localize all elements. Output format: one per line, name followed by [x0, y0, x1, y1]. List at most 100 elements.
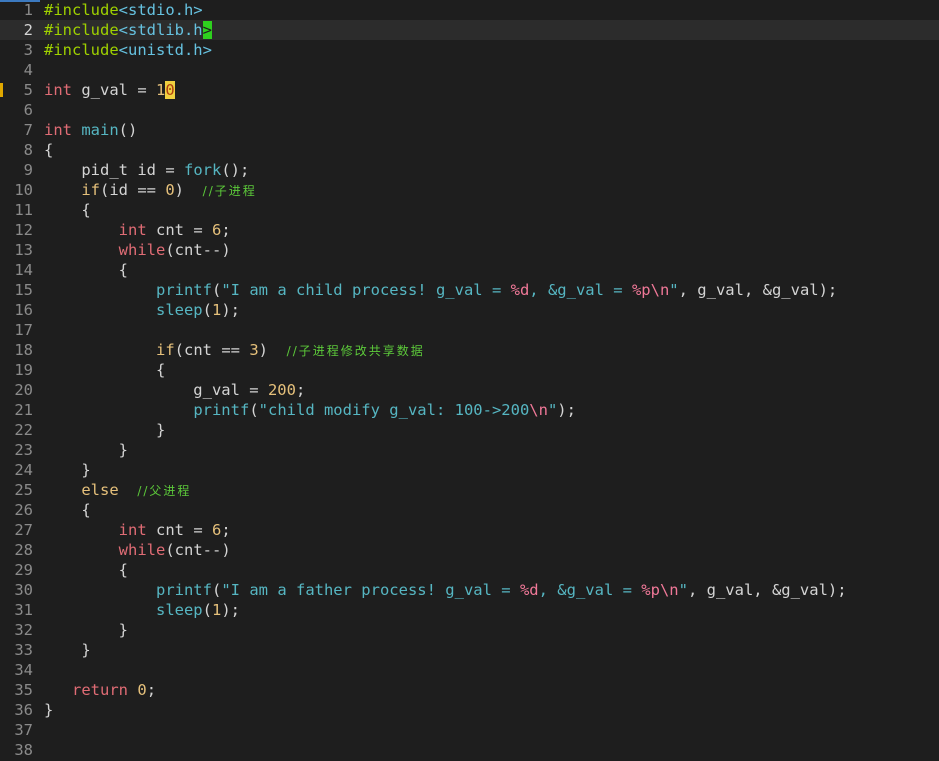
- code-line[interactable]: 28 while(cnt--): [0, 540, 939, 560]
- code-line[interactable]: 27 int cnt = 6;: [0, 520, 939, 540]
- line-number: 8: [23, 141, 33, 159]
- line-number: 21: [14, 401, 33, 419]
- code-line[interactable]: 10 if(id == 0) //子进程: [0, 180, 939, 200]
- code-line[interactable]: 3 #include<unistd.h>: [0, 40, 939, 60]
- code-line[interactable]: 38: [0, 740, 939, 760]
- code-text[interactable]: {: [44, 500, 90, 520]
- code-text[interactable]: }: [44, 440, 128, 460]
- code-line[interactable]: 14 {: [0, 260, 939, 280]
- code-line[interactable]: 32 }: [0, 620, 939, 640]
- code-text[interactable]: #include<stdlib.h>: [44, 20, 212, 40]
- code-token: pid_t id =: [44, 161, 184, 179]
- code-text[interactable]: sleep(1);: [44, 600, 240, 620]
- code-text[interactable]: {: [44, 260, 128, 280]
- code-line[interactable]: 21 printf("child modify g_val: 100->200\…: [0, 400, 939, 420]
- line-number: 1: [23, 1, 33, 19]
- code-text[interactable]: {: [44, 360, 165, 380]
- code-line[interactable]: 6: [0, 100, 939, 120]
- code-line[interactable]: 9 pid_t id = fork();: [0, 160, 939, 180]
- code-text[interactable]: if(cnt == 3) //子进程修改共享数据: [44, 340, 425, 361]
- code-token: <stdlib.h: [118, 21, 203, 39]
- code-line[interactable]: 26 {: [0, 500, 939, 520]
- code-line[interactable]: 11 {: [0, 200, 939, 220]
- code-line[interactable]: 15 printf("I am a child process! g_val =…: [0, 280, 939, 300]
- code-text[interactable]: while(cnt--): [44, 240, 231, 260]
- code-text[interactable]: while(cnt--): [44, 540, 231, 560]
- code-text[interactable]: int main(): [44, 120, 137, 140]
- code-token: sleep: [155, 301, 203, 319]
- code-line[interactable]: 29 {: [0, 560, 939, 580]
- code-line[interactable]: 20 g_val = 200;: [0, 380, 939, 400]
- code-text[interactable]: pid_t id = fork();: [44, 160, 249, 180]
- code-line[interactable]: 1 #include<stdio.h>: [0, 0, 939, 20]
- code-line[interactable]: 23 }: [0, 440, 939, 460]
- code-token: (): [118, 121, 138, 139]
- code-editor[interactable]: 1 #include<stdio.h> 2 #include<stdlib.h> 3 #i…: [0, 0, 939, 761]
- line-number: 35: [14, 681, 33, 699]
- code-token: ;: [221, 521, 231, 539]
- code-text[interactable]: int cnt = 6;: [44, 520, 231, 540]
- code-text[interactable]: }: [44, 620, 128, 640]
- code-token: printf: [155, 281, 212, 299]
- code-text[interactable]: int cnt = 6;: [44, 220, 231, 240]
- code-text[interactable]: {: [44, 140, 53, 160]
- code-text[interactable]: }: [44, 460, 90, 480]
- line-number: 29: [14, 561, 33, 579]
- code-line[interactable]: 19 {: [0, 360, 939, 380]
- code-line[interactable]: 31 sleep(1);: [0, 600, 939, 620]
- code-text[interactable]: {: [44, 200, 90, 220]
- code-text[interactable]: }: [44, 420, 165, 440]
- code-text[interactable]: printf("child modify g_val: 100->200\n")…: [44, 400, 576, 420]
- code-line[interactable]: 16 sleep(1);: [0, 300, 939, 320]
- code-line[interactable]: 2 #include<stdlib.h>: [0, 20, 939, 40]
- code-text[interactable]: return 0;: [44, 680, 156, 700]
- code-line[interactable]: 34: [0, 660, 939, 680]
- code-line[interactable]: 12 int cnt = 6;: [0, 220, 939, 240]
- line-number: 32: [14, 621, 33, 639]
- code-line[interactable]: 13 while(cnt--): [0, 240, 939, 260]
- code-line[interactable]: 18 if(cnt == 3) //子进程修改共享数据: [0, 340, 939, 360]
- line-number: 24: [14, 461, 33, 479]
- code-token: "I am a father process! g_val =: [221, 581, 520, 599]
- code-line[interactable]: 24 }: [0, 460, 939, 480]
- code-text[interactable]: {: [44, 560, 128, 580]
- code-text[interactable]: sleep(1);: [44, 300, 240, 320]
- code-line[interactable]: 17: [0, 320, 939, 340]
- code-line[interactable]: 8{: [0, 140, 939, 160]
- code-line[interactable]: 7 int main(): [0, 120, 939, 140]
- code-text[interactable]: }: [44, 640, 90, 660]
- code-line[interactable]: 22 }: [0, 420, 939, 440]
- code-token: printf: [193, 401, 250, 419]
- code-text[interactable]: #include<unistd.h>: [44, 40, 212, 60]
- code-line[interactable]: 5 int g_val = 10: [0, 80, 939, 100]
- code-text[interactable]: printf("I am a father process! g_val = %…: [44, 580, 847, 600]
- code-token: int: [44, 121, 72, 139]
- code-token: ": [678, 581, 688, 599]
- code-token: while: [118, 241, 166, 259]
- code-token: }: [44, 621, 128, 639]
- code-line[interactable]: 25 else //父进程: [0, 480, 939, 500]
- code-text[interactable]: else //父进程: [44, 480, 191, 501]
- code-line[interactable]: 37: [0, 720, 939, 740]
- code-token: main: [81, 121, 119, 139]
- code-text[interactable]: g_val = 200;: [44, 380, 305, 400]
- code-text[interactable]: printf("I am a child process! g_val = %d…: [44, 280, 837, 300]
- code-text[interactable]: }: [44, 700, 53, 720]
- code-line[interactable]: 33 }: [0, 640, 939, 660]
- code-line[interactable]: 4: [0, 60, 939, 80]
- code-token: {: [44, 361, 166, 379]
- code-line[interactable]: 30 printf("I am a father process! g_val …: [0, 580, 939, 600]
- code-token: {: [44, 141, 54, 159]
- code-line[interactable]: 36}: [0, 700, 939, 720]
- code-text[interactable]: #include<stdio.h>: [44, 0, 203, 20]
- code-text[interactable]: if(id == 0) //子进程: [44, 180, 257, 201]
- code-line[interactable]: 35 return 0;: [0, 680, 939, 700]
- code-token: #include: [44, 41, 119, 59]
- code-text[interactable]: int g_val = 10: [44, 80, 175, 100]
- line-number: 11: [14, 201, 33, 219]
- code-token: g_val =: [44, 381, 268, 399]
